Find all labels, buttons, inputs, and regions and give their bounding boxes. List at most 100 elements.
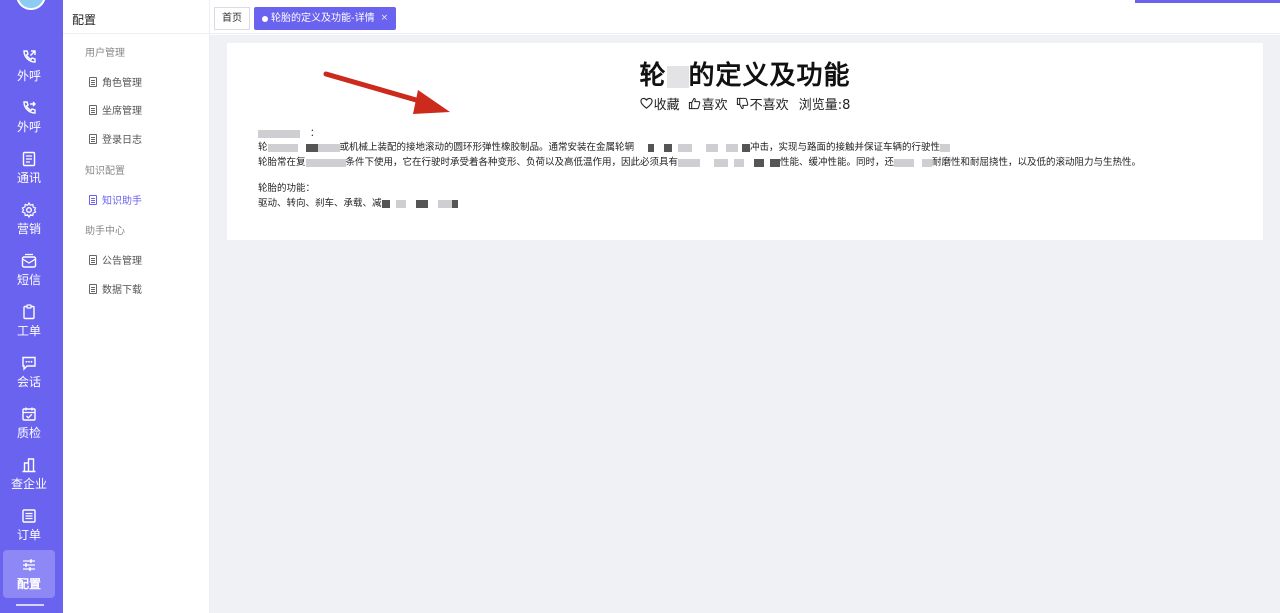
rail-label: 质检 bbox=[16, 426, 41, 440]
document-icon bbox=[89, 133, 97, 144]
document-icon bbox=[89, 254, 97, 265]
article-line-heading: ： bbox=[258, 128, 320, 140]
tab-home[interactable]: 首页 bbox=[214, 7, 250, 30]
building-icon bbox=[22, 458, 36, 473]
menu-item-data-download[interactable]: 数据下载 bbox=[89, 281, 142, 296]
redacted-block bbox=[678, 158, 701, 167]
redacted-block bbox=[437, 199, 452, 208]
favorite-label: 收藏 bbox=[653, 98, 680, 113]
rail-item-settings[interactable]: 配置 bbox=[3, 550, 55, 598]
menu-item-label: 数据下载 bbox=[102, 285, 142, 296]
paragraph-colon: ： bbox=[310, 128, 320, 139]
menu-divider bbox=[63, 33, 210, 34]
article-func-line: 驱动、转向、刹车、承载、减 bbox=[258, 198, 458, 210]
article-line-2: 轮胎常在复 条件下使用，它在行驶时承受着各种变形、负荷以及高低温作用，因此必须具有… bbox=[258, 157, 1141, 169]
tab-article-detail[interactable]: 轮胎的定义及功能-详情 × bbox=[254, 7, 397, 30]
rail-item-marketing[interactable]: 营销 bbox=[3, 195, 55, 243]
title-suffix: 的定义及功能 bbox=[688, 61, 851, 91]
rail-item-outbound-call-2[interactable]: 外呼 bbox=[3, 93, 55, 141]
menu-item-knowledge-assistant[interactable]: 知识助手 bbox=[89, 192, 142, 207]
text-fragment: 性能、缓冲性能。同时，还 bbox=[780, 157, 895, 168]
redacted-block bbox=[648, 143, 655, 152]
menu-item-login-log[interactable]: 登录日志 bbox=[89, 131, 142, 146]
main-nav-rail: 外呼 外呼 通讯 营销 短信 工单 会话 质检 查企业 订单 配置 bbox=[0, 0, 63, 613]
rail-label: 查企业 bbox=[10, 477, 47, 491]
rail-item-contacts[interactable]: 通讯 bbox=[3, 144, 55, 192]
message-box-icon bbox=[21, 253, 37, 268]
rail-item-outbound-call[interactable]: 外呼 bbox=[3, 42, 55, 90]
sliders-icon bbox=[23, 559, 35, 571]
rail-label: 外呼 bbox=[16, 120, 41, 134]
like-label: 喜欢 bbox=[701, 98, 728, 113]
article-line-1: 轮 或机械上装配的接地滚动的圆环形弹性橡胶制品。通常安装在金属轮辋 冲击，实现与路面… bbox=[258, 142, 951, 154]
content-area: 轮 的定义及功能 收藏 喜欢 不喜欢 浏览量:8 ： 轮 或机械上装配的接地滚动的… bbox=[210, 35, 1280, 613]
menu-title: 配置 bbox=[72, 13, 97, 27]
phone-out-icon bbox=[23, 50, 36, 63]
menu-group-knowledge-config: 知识配置 bbox=[85, 166, 125, 177]
rail-label: 外呼 bbox=[16, 69, 41, 83]
menu-group-user-management: 用户管理 bbox=[85, 48, 125, 59]
rail-item-company-lookup[interactable]: 查企业 bbox=[3, 450, 55, 498]
menu-item-announcement-management[interactable]: 公告管理 bbox=[89, 252, 142, 267]
rail-label: 通讯 bbox=[16, 171, 41, 185]
rail-item-work-order[interactable]: 工单 bbox=[3, 297, 55, 345]
redacted-block bbox=[940, 143, 951, 152]
document-icon bbox=[89, 76, 97, 87]
tab-bar: 首页 轮胎的定义及功能-详情 × bbox=[210, 0, 1280, 34]
text-fragment: 耐磨性和耐屈挠性，以及低的滚动阻力与生热性。 bbox=[932, 157, 1142, 168]
menu-item-label: 知识助手 bbox=[102, 196, 142, 207]
rail-label: 工单 bbox=[16, 324, 41, 338]
redacted-block bbox=[742, 143, 751, 152]
rail-label: 会话 bbox=[16, 375, 41, 389]
document-icon bbox=[89, 283, 97, 294]
redacted-block bbox=[267, 143, 298, 152]
phone-forward-icon bbox=[23, 101, 36, 114]
rail-divider bbox=[16, 604, 44, 606]
thumbs-down-icon bbox=[736, 97, 748, 110]
annotation-arrow-icon bbox=[323, 71, 450, 114]
redacted-block bbox=[706, 143, 719, 152]
redacted-block bbox=[714, 158, 729, 167]
text-fragment: 轮胎常在复 bbox=[258, 157, 306, 168]
favorite-button[interactable]: 收藏 bbox=[640, 94, 680, 113]
redacted-block bbox=[678, 143, 693, 152]
dislike-button[interactable]: 不喜欢 bbox=[736, 94, 789, 113]
gear-icon bbox=[21, 202, 37, 218]
rail-item-orders[interactable]: 订单 bbox=[3, 501, 55, 549]
redacted-block bbox=[894, 158, 915, 167]
tab-label: 轮胎的定义及功能-详情 bbox=[271, 13, 375, 24]
text-fragment: 轮 bbox=[258, 142, 268, 153]
thumbs-up-icon bbox=[688, 97, 700, 110]
menu-item-agent-management[interactable]: 坐席管理 bbox=[89, 102, 142, 117]
redacted-block bbox=[305, 158, 346, 167]
like-button[interactable]: 喜欢 bbox=[688, 94, 728, 113]
redacted-block bbox=[258, 129, 300, 138]
view-count: 浏览量:8 bbox=[798, 98, 851, 113]
rail-item-conversation[interactable]: 会话 bbox=[3, 348, 55, 396]
redacted-block bbox=[415, 199, 428, 208]
redacted-block bbox=[770, 158, 781, 167]
active-dot-icon bbox=[262, 15, 268, 22]
top-accent-line bbox=[1135, 0, 1280, 3]
contacts-icon bbox=[22, 151, 36, 167]
redacted-block bbox=[381, 199, 390, 208]
logo-icon[interactable] bbox=[16, 0, 46, 10]
text-fragment: 冲击，实现与路面的接触并保证车辆的行驶性 bbox=[750, 142, 941, 153]
dislike-label: 不喜欢 bbox=[749, 98, 789, 113]
redacted-block bbox=[451, 199, 458, 208]
clipboard-icon bbox=[23, 304, 35, 320]
redacted-block bbox=[922, 158, 933, 167]
rail-item-sms[interactable]: 短信 bbox=[3, 246, 55, 294]
menu-item-role-management[interactable]: 角色管理 bbox=[89, 74, 142, 89]
text-fragment: 或机械上装配的接地滚动的圆环形弹性橡胶制品。通常安装在金属轮辋 bbox=[339, 142, 635, 153]
redacted-block bbox=[754, 158, 765, 167]
document-icon bbox=[89, 194, 97, 205]
menu-group-assistant-center: 助手中心 bbox=[85, 226, 125, 237]
document-icon bbox=[89, 104, 97, 115]
rail-item-quality-check[interactable]: 质检 bbox=[3, 399, 55, 447]
redacted-block bbox=[734, 158, 745, 167]
text-fragment: 驱动、转向、刹车、承载、减 bbox=[258, 198, 382, 209]
close-icon[interactable]: × bbox=[381, 7, 389, 30]
calendar-check-icon bbox=[22, 407, 36, 421]
text-fragment: 条件下使用，它在行驶时承受着各种变形、负荷以及高低温作用，因此必须具有 bbox=[345, 157, 679, 168]
